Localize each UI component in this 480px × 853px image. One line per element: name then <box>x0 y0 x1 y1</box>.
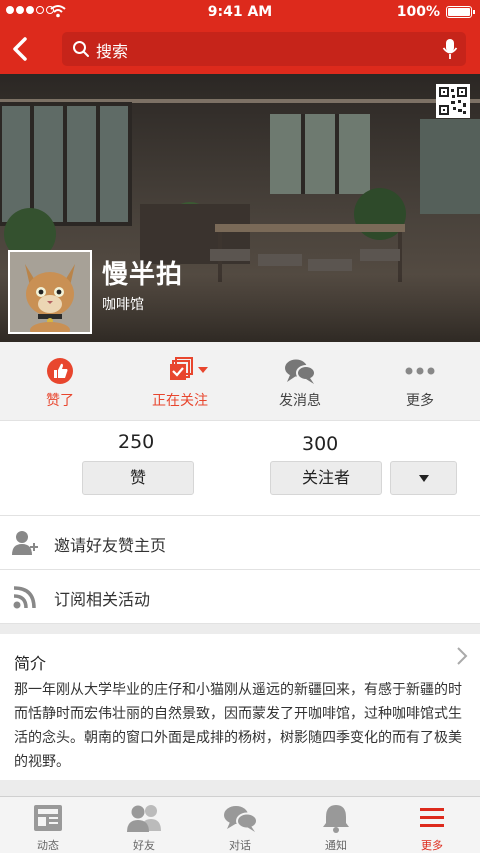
rss-icon <box>13 586 36 609</box>
tab-notifications[interactable]: 通知 <box>288 797 384 853</box>
nav-bar: 搜索 <box>0 24 480 74</box>
followers-dropdown[interactable] <box>390 461 457 495</box>
message-icon <box>285 359 316 384</box>
friends-icon <box>127 805 161 832</box>
menu-icon <box>420 808 444 827</box>
page-title: 慢半拍 <box>102 260 184 290</box>
subscribe-events-label: 订阅相关活动 <box>54 590 151 609</box>
tab-friends-label: 好友 <box>133 839 155 852</box>
following-icon <box>170 357 208 380</box>
bell-icon <box>323 805 349 833</box>
chat-icon <box>224 806 258 832</box>
tab-friends[interactable]: 好友 <box>96 797 192 853</box>
tab-news[interactable]: 动态 <box>0 797 96 853</box>
battery-icon <box>446 6 475 18</box>
message-button[interactable]: 发消息 <box>240 342 360 420</box>
cover-photo: 慢半拍 咖啡馆 <box>0 74 480 342</box>
qr-code-icon[interactable] <box>436 84 470 118</box>
dropdown-arrow-icon <box>418 475 429 482</box>
tab-chat-label: 对话 <box>229 839 251 852</box>
invite-friends-row[interactable]: 邀请好友赞主页 <box>0 516 480 570</box>
search-input[interactable]: 搜索 <box>62 32 466 66</box>
more-button[interactable]: 更多 <box>360 342 480 420</box>
add-friend-icon <box>12 531 38 555</box>
likes-count: 250 <box>118 431 155 453</box>
liked-label: 赞了 <box>46 393 74 409</box>
cat-avatar-image <box>10 252 90 332</box>
status-bar: 9:41 AM 100% <box>0 0 480 24</box>
page-category: 咖啡馆 <box>102 297 144 313</box>
battery-percent: 100% <box>396 4 440 20</box>
tab-more-label: 更多 <box>421 839 443 852</box>
subscribe-events-row[interactable]: 订阅相关活动 <box>0 570 480 624</box>
stats-section: 250 300 赞 关注者 <box>0 420 480 516</box>
more-icon <box>405 367 435 375</box>
action-bar: 赞了 正在关注 发消息 更多 <box>0 342 480 420</box>
intro-title: 简介 <box>14 654 47 673</box>
liked-button[interactable]: 赞了 <box>0 342 120 420</box>
followers-count: 300 <box>302 433 339 455</box>
following-button[interactable]: 正在关注 <box>120 342 240 420</box>
tab-notifications-label: 通知 <box>325 839 347 852</box>
chevron-right-icon <box>457 647 468 665</box>
tab-chat[interactable]: 对话 <box>192 797 288 853</box>
likes-button[interactable]: 赞 <box>82 461 194 495</box>
tab-bar: 动态 好友 对话 通知 更多 <box>0 796 480 853</box>
invite-friends-label: 邀请好友赞主页 <box>54 536 167 555</box>
tab-more[interactable]: 更多 <box>384 797 480 853</box>
following-label: 正在关注 <box>152 393 208 409</box>
intro-section[interactable]: 简介 那一年刚从大学毕业的庄仔和小猫刚从遥远的新疆回来，有感于新疆的时而恬静时而… <box>0 634 480 780</box>
search-icon <box>73 41 89 57</box>
avatar[interactable] <box>8 250 92 334</box>
tab-news-label: 动态 <box>37 839 59 852</box>
followers-button[interactable]: 关注者 <box>270 461 382 495</box>
news-icon <box>34 805 62 831</box>
more-label: 更多 <box>406 393 434 409</box>
intro-text: 那一年刚从大学毕业的庄仔和小猫刚从遥远的新疆回来，有感于新疆的时而恬静时而宏伟壮… <box>14 682 462 770</box>
back-arrow-icon[interactable] <box>8 34 34 64</box>
message-label: 发消息 <box>279 393 321 409</box>
search-placeholder: 搜索 <box>96 42 129 61</box>
thumbs-up-icon <box>47 358 73 384</box>
microphone-icon[interactable] <box>442 38 458 60</box>
